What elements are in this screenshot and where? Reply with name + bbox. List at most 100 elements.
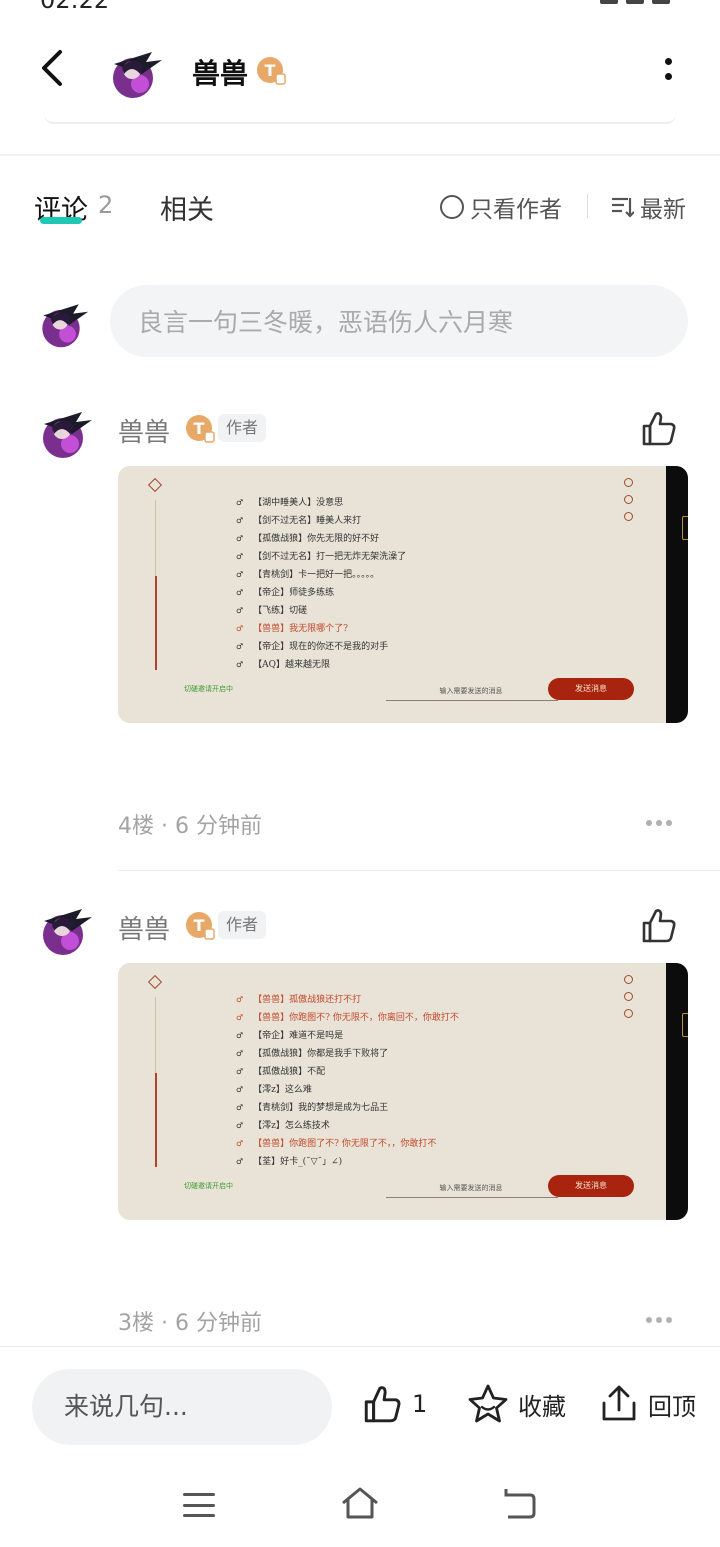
svg-text:T: T: [265, 61, 276, 80]
sort-list-icon: [612, 197, 634, 218]
thumbs-up-icon[interactable]: [638, 408, 678, 448]
home-icon[interactable]: [340, 1485, 380, 1521]
comment-tabs: 评论 2 相关 只看作者 最新: [0, 176, 720, 236]
chat-line: 【兽兽】你跑图不? 你无限不，你离回不，你敢打不: [236, 1009, 459, 1027]
divider: [587, 194, 588, 218]
thumbs-up-icon: [364, 1386, 401, 1423]
header-username: 兽兽: [192, 57, 249, 90]
status-bar: 02:22: [0, 0, 720, 14]
post-more-button[interactable]: [646, 1317, 672, 1323]
chat-line: 【兽兽】孤傲战狼还打不打: [236, 991, 459, 1009]
like-button[interactable]: 1: [360, 1383, 427, 1425]
game-status-text: 切磋邀请开启中: [184, 685, 233, 693]
chat-line: 【澪z】这么难: [236, 1081, 459, 1099]
chat-line: 【孤傲战狼】你都是我手下败将了: [236, 1045, 459, 1063]
comment-input[interactable]: 良言一句三冬暖，恶语伤人六月寒: [110, 285, 688, 357]
chat-line: 【孤傲战狼】你先无限的好不好: [236, 530, 406, 548]
floor-number: 4楼: [118, 814, 154, 839]
chat-line: 【青桃剑】我的梦想是成为七品王: [236, 1099, 459, 1117]
chat-line: 【帝企】师徒多练练: [236, 584, 406, 602]
level-badge-icon: T: [185, 414, 215, 448]
post-meta: 4楼 · 6 分钟前: [118, 814, 262, 839]
author-only-toggle[interactable]: 只看作者: [440, 190, 562, 224]
tab-related[interactable]: 相关: [160, 188, 214, 227]
chat-list: 【兽兽】孤傲战狼还打不打 【兽兽】你跑图不? 你无限不，你离回不，你敢打不 【帝…: [236, 991, 459, 1171]
more-vertical-icon: [664, 58, 672, 65]
favorite-button[interactable]: 收藏: [466, 1383, 566, 1425]
more-horizontal-icon: [646, 1317, 652, 1323]
author-only-label: 只看作者: [470, 197, 562, 223]
chat-line: 【孤傲战狼】不配: [236, 1063, 459, 1081]
tab-active-indicator: [40, 217, 82, 224]
post-meta: 3楼 · 6 分钟前: [118, 1311, 262, 1336]
chat-list: 【湖中睡美人】没意思 【剑不过无名】睡美人来打 【孤傲战狼】你先无限的好不好 【…: [236, 494, 406, 674]
chat-line: 【湖中睡美人】没意思: [236, 494, 406, 512]
star-icon: [468, 1384, 508, 1423]
post-more-button[interactable]: [646, 820, 672, 826]
chat-line: 【兽兽】你跑图了不? 你无限了不，，你敢打不: [236, 1135, 459, 1153]
chat-line: 【飞练】切磋: [236, 602, 406, 620]
thumbs-up-icon[interactable]: [638, 905, 678, 945]
comment-count: 2: [98, 191, 114, 219]
svg-text:T: T: [194, 916, 205, 935]
post-time: 6 分钟前: [175, 814, 262, 839]
divider: [0, 154, 720, 156]
level-badge-icon: T: [185, 911, 215, 945]
menu-icon[interactable]: [183, 1493, 215, 1517]
reply-input[interactable]: 来说几句...: [32, 1369, 332, 1445]
back-nav-icon[interactable]: [500, 1487, 538, 1521]
sort-button[interactable]: 最新: [610, 190, 686, 224]
chat-line: 【澪z】怎么练技术: [236, 1117, 459, 1135]
divider: [118, 870, 720, 871]
chat-line: 【青桃剑】卡一把好一把。。。。。: [236, 566, 406, 584]
collapsed-card-edge: [44, 114, 676, 124]
favorite-label: 收藏: [518, 1392, 566, 1421]
status-time: 02:22: [40, 0, 110, 14]
avatar[interactable]: [32, 897, 94, 959]
level-badge-icon: T: [256, 56, 286, 90]
post-time: 6 分钟前: [175, 1311, 262, 1336]
comment-input-row: 良言一句三冬暖，恶语伤人六月寒: [0, 285, 720, 359]
author-tag: 作者: [218, 911, 267, 939]
author-tag: 作者: [218, 414, 267, 442]
post-username[interactable]: 兽兽: [118, 412, 170, 449]
game-send-button: 发送消息: [548, 678, 634, 700]
attached-image[interactable]: 【湖中睡美人】没意思 【剑不过无名】睡美人来打 【孤傲战狼】你先无限的好不好 【…: [118, 466, 688, 723]
avatar[interactable]: [32, 400, 94, 462]
sort-label: 最新: [640, 197, 686, 223]
game-chat-input: 输入需要发送的消息: [439, 1184, 503, 1192]
status-icons: [600, 0, 670, 4]
diamond-icon: [147, 974, 163, 990]
radio-circle-icon: [440, 195, 464, 219]
game-send-button: 发送消息: [548, 1175, 634, 1197]
system-nav-bar: [0, 1451, 720, 1547]
chat-line: 【剑不过无名】打一把无炸无架洗澡了: [236, 548, 406, 566]
back-button[interactable]: [34, 46, 74, 90]
header: 兽兽 T: [0, 14, 720, 124]
side-icons: [624, 975, 633, 1018]
avatar[interactable]: [102, 40, 164, 102]
image-edge: [666, 963, 688, 1220]
like-count: 1: [412, 1390, 428, 1418]
diamond-icon: [147, 477, 163, 493]
bottom-action-bar: 来说几句... 1 收藏 回顶: [0, 1346, 720, 1451]
game-chat-input: 输入需要发送的消息: [439, 687, 503, 695]
game-status-text: 切磋邀请开启中: [184, 1182, 233, 1190]
back-to-top-button[interactable]: 回顶: [598, 1383, 696, 1425]
chat-line: 【兽兽】我无限哪个了?: [236, 620, 406, 638]
back-to-top-label: 回顶: [648, 1392, 696, 1421]
chat-line: 【AQ】越来越无限: [236, 656, 406, 674]
chevron-left-icon: [42, 50, 62, 86]
attached-image[interactable]: 【兽兽】孤傲战狼还打不打 【兽兽】你跑图不? 你无限不，你离回不，你敢打不 【帝…: [118, 963, 688, 1220]
svg-text:T: T: [194, 419, 205, 438]
chat-line: 【荃】好卡_(ˉ▽ˉ」∠): [236, 1153, 459, 1171]
floor-number: 3楼: [118, 1311, 154, 1336]
image-edge: [666, 466, 688, 723]
upload-arrow-icon: [602, 1385, 636, 1421]
side-icons: [624, 478, 633, 521]
post-username[interactable]: 兽兽: [118, 909, 170, 946]
chat-line: 【帝企】现在的你还不是我的对手: [236, 638, 406, 656]
more-horizontal-icon: [646, 820, 652, 826]
chat-line: 【帝企】难道不是吗是: [236, 1027, 459, 1045]
more-options-button[interactable]: [658, 54, 678, 84]
